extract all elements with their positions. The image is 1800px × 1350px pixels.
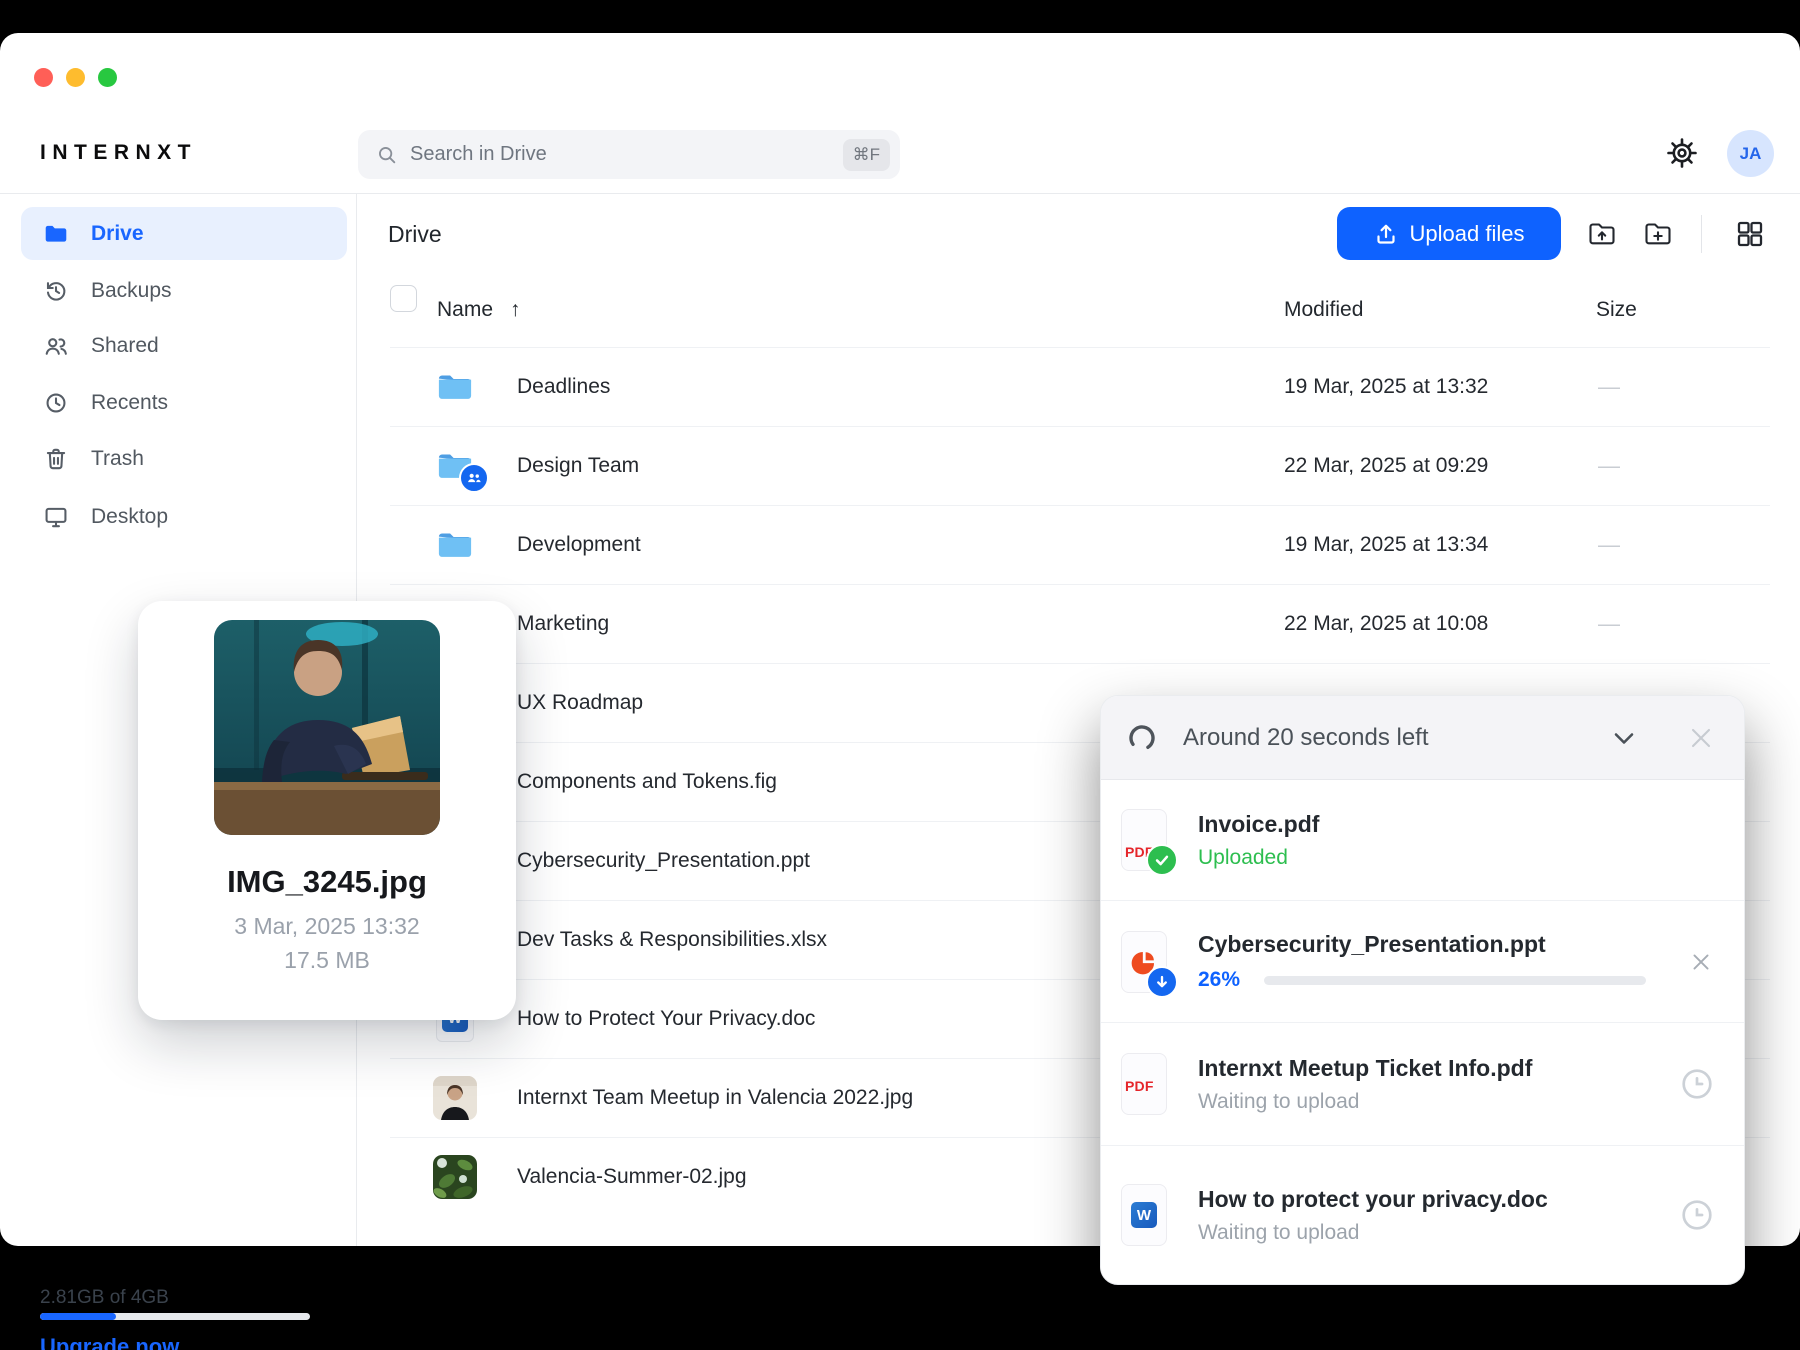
upload-status: Waiting to upload [1198,1089,1360,1113]
internxt-logo: INTERNXT [40,141,197,164]
upload-icon [1376,224,1395,244]
file-size: — [1598,531,1620,557]
search-icon [379,146,396,163]
word-file-icon: W [1121,1184,1167,1246]
shared-badge-icon [459,462,489,493]
file-preview-card: IMG_3245.jpg 3 Mar, 2025 13:32 17.5 MB [138,601,516,1020]
file-name: Marketing [517,611,610,635]
storage-progress-fill [40,1313,116,1320]
file-name: How to Protect Your Privacy.doc [517,1006,816,1030]
file-name: Design Team [517,453,640,477]
minimize-window-button[interactable] [66,68,85,87]
new-folder-icon[interactable] [1642,218,1674,250]
file-size: — [1598,610,1620,636]
screenshot-stage: INTERNXT Search in Drive ⌘F JA Drive Bac… [0,0,1800,1350]
app-window: INTERNXT Search in Drive ⌘F JA Drive Bac… [0,33,1800,1350]
uploaded-check-icon [1146,844,1178,876]
file-name: Valencia-Summer-02.jpg [517,1164,747,1188]
preview-image [214,620,440,835]
zoom-window-button[interactable] [98,68,117,87]
upload-item: W How to protect your privacy.doc Waitin… [1101,1145,1744,1284]
sidebar-item-label: Backups [91,278,172,302]
image-thumbnail [433,1075,477,1120]
column-header-modified[interactable]: Modified [1284,298,1363,322]
search-input[interactable]: Search in Drive ⌘F [358,130,900,179]
sidebar-item-drive[interactable]: Drive [21,207,347,260]
file-size: — [1598,373,1620,399]
preview-date: 3 Mar, 2025 13:32 [234,913,420,939]
settings-gear-icon[interactable] [1664,135,1700,171]
column-header-name[interactable]: Name [437,298,493,322]
upload-file-name: Cybersecurity_Presentation.ppt [1198,931,1546,957]
upload-panel-header: Around 20 seconds left [1101,696,1744,780]
cancel-upload-icon[interactable] [1686,947,1716,977]
file-name: Deadlines [517,374,611,398]
file-name: Dev Tasks & Responsibilities.xlsx [517,927,828,951]
preview-size: 17.5 MB [284,947,370,973]
preview-filename: IMG_3245.jpg [227,864,427,899]
column-header-size[interactable]: Size [1596,298,1637,322]
upgrade-now-link[interactable]: Upgrade now [40,1334,179,1350]
upload-progress-percent: 26% [1198,968,1241,991]
pdf-file-icon: PDF [1121,809,1178,876]
grid-view-icon[interactable] [1734,218,1766,250]
upload-files-label: Upload files [1409,220,1525,246]
table-row[interactable]: Design Team 22 Mar, 2025 at 09:29 — [0,426,1800,505]
upload-status: Uploaded [1198,845,1288,869]
shared-folder-icon [433,444,489,493]
upload-item: PDF Internxt Meetup Ticket Info.pdf Wait… [1101,1022,1744,1145]
folder-icon [433,523,477,567]
file-name: Development [517,532,641,556]
search-placeholder: Search in Drive [410,143,547,165]
folder-icon [45,225,67,242]
sort-ascending-icon[interactable]: ↑ [510,298,521,322]
file-modified: 22 Mar, 2025 at 09:29 [1284,453,1489,477]
storage-progress-bar [40,1313,310,1320]
upload-file-name: Invoice.pdf [1198,810,1320,837]
spinner-icon [1129,724,1155,751]
upload-time-remaining: Around 20 seconds left [1183,723,1429,751]
window-controls [34,68,117,87]
file-name: Cybersecurity_Presentation.ppt [517,848,810,872]
close-panel-icon[interactable] [1684,721,1718,755]
pdf-file-icon: PDF [1121,1053,1167,1115]
file-name: Internxt Team Meetup in Valencia 2022.jp… [517,1085,914,1109]
storage-usage-text: 2.81GB of 4GB [40,1287,169,1308]
upload-folder-icon[interactable] [1586,218,1618,250]
file-name: UX Roadmap [517,690,644,714]
folder-icon [433,365,477,409]
waiting-clock-icon [1682,1200,1712,1230]
waiting-clock-icon [1682,1069,1712,1099]
page-title: Drive [388,221,442,247]
chevron-down-icon[interactable] [1608,722,1640,754]
upload-status: Waiting to upload [1198,1220,1360,1244]
sidebar-item-backups[interactable]: Backups [21,264,347,317]
table-row[interactable]: Deadlines 19 Mar, 2025 at 13:32 — [0,347,1800,426]
file-modified: 19 Mar, 2025 at 13:32 [1284,374,1489,398]
table-row[interactable]: Development 19 Mar, 2025 at 13:34 — [0,505,1800,584]
file-modified: 22 Mar, 2025 at 10:08 [1284,611,1489,635]
ppt-file-icon [1121,930,1178,998]
sidebar-item-label: Drive [91,221,144,245]
image-thumbnail [433,1154,477,1199]
upload-progress-bar [1264,975,1647,985]
close-window-button[interactable] [34,68,53,87]
file-modified: 19 Mar, 2025 at 13:34 [1284,532,1489,556]
upload-progress-panel: Around 20 seconds left PDF Invoice.pdf U… [1100,695,1745,1285]
search-shortcut-badge: ⌘F [842,138,890,171]
toolbar-divider [1701,215,1702,253]
upload-file-name: Internxt Meetup Ticket Info.pdf [1198,1054,1533,1081]
upload-file-name: How to protect your privacy.doc [1198,1185,1548,1212]
file-name: Components and Tokens.fig [517,769,777,793]
upload-item: Cybersecurity_Presentation.ppt 26% [1101,900,1744,1022]
file-size: — [1598,452,1620,478]
select-all-checkbox[interactable] [390,285,417,312]
upload-files-button[interactable]: Upload files [1337,207,1561,260]
avatar[interactable]: JA [1727,130,1774,177]
upload-item: PDF Invoice.pdf Uploaded [1101,780,1744,900]
uploading-arrow-icon [1146,965,1178,998]
backup-history-icon [46,281,66,301]
